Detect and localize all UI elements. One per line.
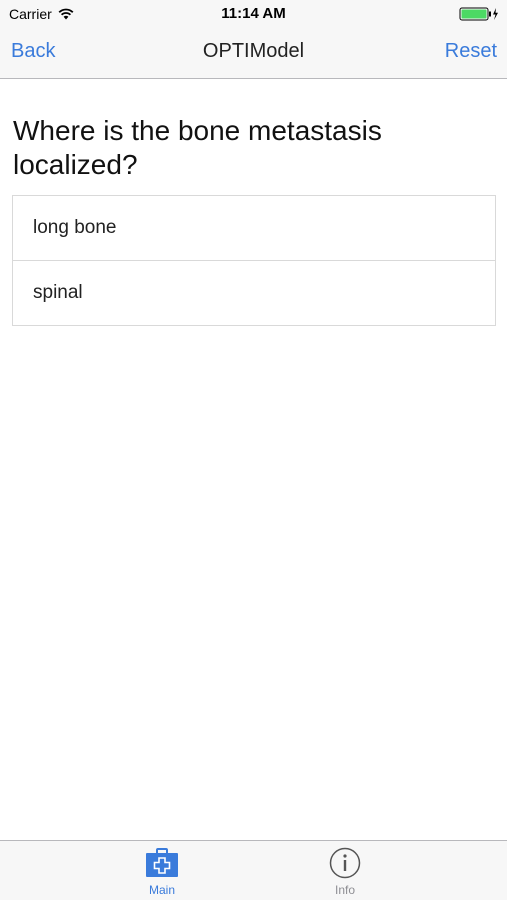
option-spinal[interactable]: spinal — [13, 260, 495, 325]
medical-kit-icon — [146, 848, 178, 877]
option-long-bone[interactable]: long bone — [13, 196, 495, 260]
status-bar: Carrier 11:14 AM — [0, 0, 507, 28]
info-icon — [329, 847, 361, 879]
answer-options-list: long bone spinal — [12, 195, 496, 326]
navigation-bar: Back OPTIModel Reset — [0, 28, 507, 79]
tab-info-label: Info — [334, 883, 355, 897]
tab-main[interactable]: Main — [132, 847, 192, 897]
tab-info[interactable]: Info — [315, 847, 375, 897]
page-title: OPTIModel — [202, 40, 305, 62]
reset-button[interactable]: Reset — [445, 40, 497, 63]
question-heading: Where is the bone metastasis localized? — [13, 115, 382, 180]
tab-bar: Main Info — [0, 840, 507, 900]
status-time: 11:14 AM — [221, 5, 286, 22]
app-screen: Carrier 11:14 AM Back OPTIModel Reset Wh… — [0, 0, 507, 900]
battery-charging-icon — [459, 7, 498, 21]
tab-main-label: Main — [148, 883, 175, 897]
